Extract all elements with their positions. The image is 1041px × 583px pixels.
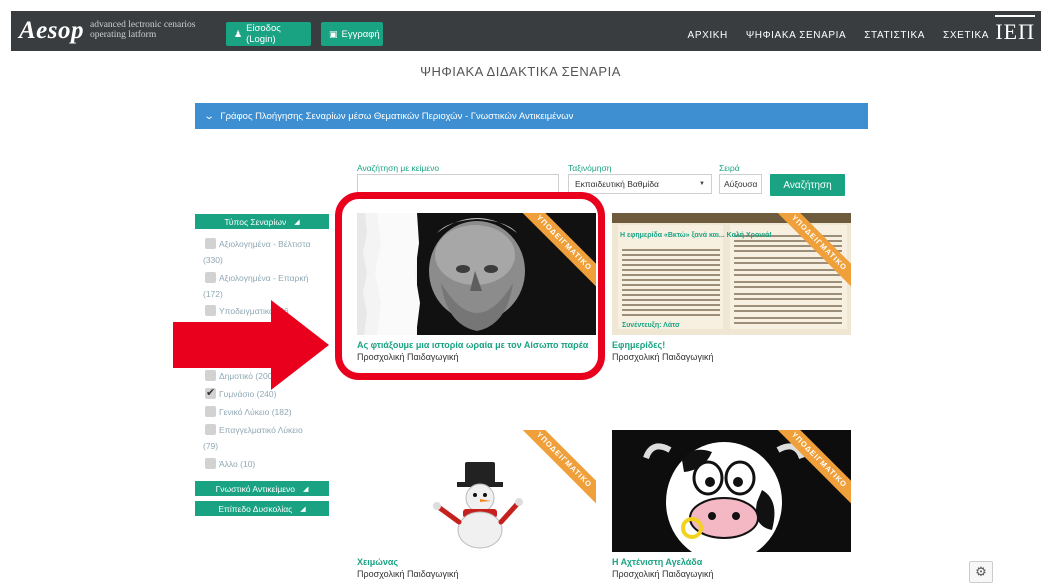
filter-best-evaluated[interactable]: Αξιολογημένα - Βέλτιστα (330) [203,236,335,268]
chevron-down-icon: ⌄ [203,110,215,122]
nav-statistics[interactable]: ΣΤΑΤΙΣΤΙΚΑ [864,30,925,41]
red-arrow-icon [173,300,329,390]
card-thumbnail-cow[interactable]: ΥΠΟΔΕΙΓΜΑΤΙΚΟ [612,430,851,552]
iep-logo[interactable]: ΙΕΠ [995,15,1035,46]
card-thumbnail-winter[interactable]: ΥΠΟΔΕΙΓΜΑΤΙΚΟ [357,430,596,552]
gear-icon[interactable]: ⚙ [969,561,993,583]
search-button[interactable]: Αναζήτηση [770,174,845,196]
search-text-label: Αναζήτηση με κείμενο [357,163,440,173]
difficulty-filter-toggle[interactable]: Επίπεδο Δυσκολίας ◢ [195,501,329,516]
triangle-icon: ◢ [294,218,300,226]
caret-down-icon: ▼ [699,181,705,187]
card-category: Προσχολική Παιδαγωγική [357,569,459,579]
sort-select[interactable]: Εκπαιδευτική Βαθμίδα ▼ [568,174,712,194]
search-input[interactable] [357,174,559,194]
navigation-graph-toggle[interactable]: ⌄ Γράφος Πλοήγησης Σεναρίων μέσω Θεματικ… [195,103,868,129]
filter-other[interactable]: Άλλο (10) [205,456,335,472]
card-thumbnail-newspapers[interactable]: Η εφημερίδα «Βκτώ» ξανά και... Καλή Χρον… [612,213,851,335]
user-icon: ♟ [234,28,243,39]
checkbox[interactable] [205,238,216,249]
card-category: Προσχολική Παιδαγωγική [612,352,714,362]
nav-about[interactable]: ΣΧΕΤΙΚΑ [943,30,989,41]
main-nav: ΑΡΧΙΚΗ ΨΗΦΙΑΚΑ ΣΕΝΑΡΙΑ ΣΤΑΤΙΣΤΙΚΑ ΣΧΕΤΙΚ… [670,30,989,41]
register-button[interactable]: ▣ Εγγραφή [321,22,383,46]
logo-text: Aesop [19,17,84,44]
card-title[interactable]: Χειμώνας [357,557,398,567]
card-category: Προσχολική Παιδαγωγική [612,569,714,579]
filter-adequate-evaluated[interactable]: Αξιολογημένα - Επαρκή (172) [203,270,335,302]
triangle-icon: ◢ [303,485,309,493]
checkbox[interactable] [205,406,216,417]
filter-general-lyceum[interactable]: Γενικό Λύκειο (182) [205,404,335,420]
highlight-circle [335,192,605,380]
sort-label: Ταξινόμηση [568,163,612,173]
aesop-logo[interactable]: Aesop advanced lectronic cenarios operat… [19,17,196,45]
top-navbar: Aesop advanced lectronic cenarios operat… [11,11,1041,51]
newspaper-headline: Η εφημερίδα «Βκτώ» ξανά και... Καλή Χρον… [620,231,772,239]
subject-filter-toggle[interactable]: Γνωστικό Αντικείμενο ◢ [195,481,329,496]
card-title[interactable]: Εφημερίδες! [612,340,665,350]
checkbox[interactable] [205,424,216,435]
login-button[interactable]: ♟ Είσοδος (Login) [226,22,311,46]
filter-vocational-lyceum[interactable]: Επαγγελματικό Λύκειο (79) [203,422,335,454]
logo-subtitle: advanced lectronic cenarios operating la… [90,20,196,40]
page-title: ΨΗΦΙΑΚΑ ΔΙΔΑΚΤΙΚΑ ΣΕΝΑΡΙΑ [420,64,621,79]
graph-bar-label: Γράφος Πλοήγησης Σεναρίων μέσω Θεματικών… [220,110,574,122]
nav-home[interactable]: ΑΡΧΙΚΗ [688,30,728,41]
triangle-icon: ◢ [300,505,306,513]
checkbox[interactable] [205,458,216,469]
order-select[interactable]: Αύξουσα [719,174,762,194]
card-title[interactable]: Η Αχτένιστη Αγελάδα [612,557,702,567]
order-label: Σειρά [719,163,740,173]
scenario-type-filter-toggle[interactable]: Τύπος Σεναρίων ◢ [195,214,329,229]
register-icon: ▣ [329,28,338,39]
checkbox[interactable] [205,272,216,283]
nav-scenarios[interactable]: ΨΗΦΙΑΚΑ ΣΕΝΑΡΙΑ [746,30,846,41]
newspaper-subheading: Συνέντευξη: Λάτσ [622,322,680,329]
